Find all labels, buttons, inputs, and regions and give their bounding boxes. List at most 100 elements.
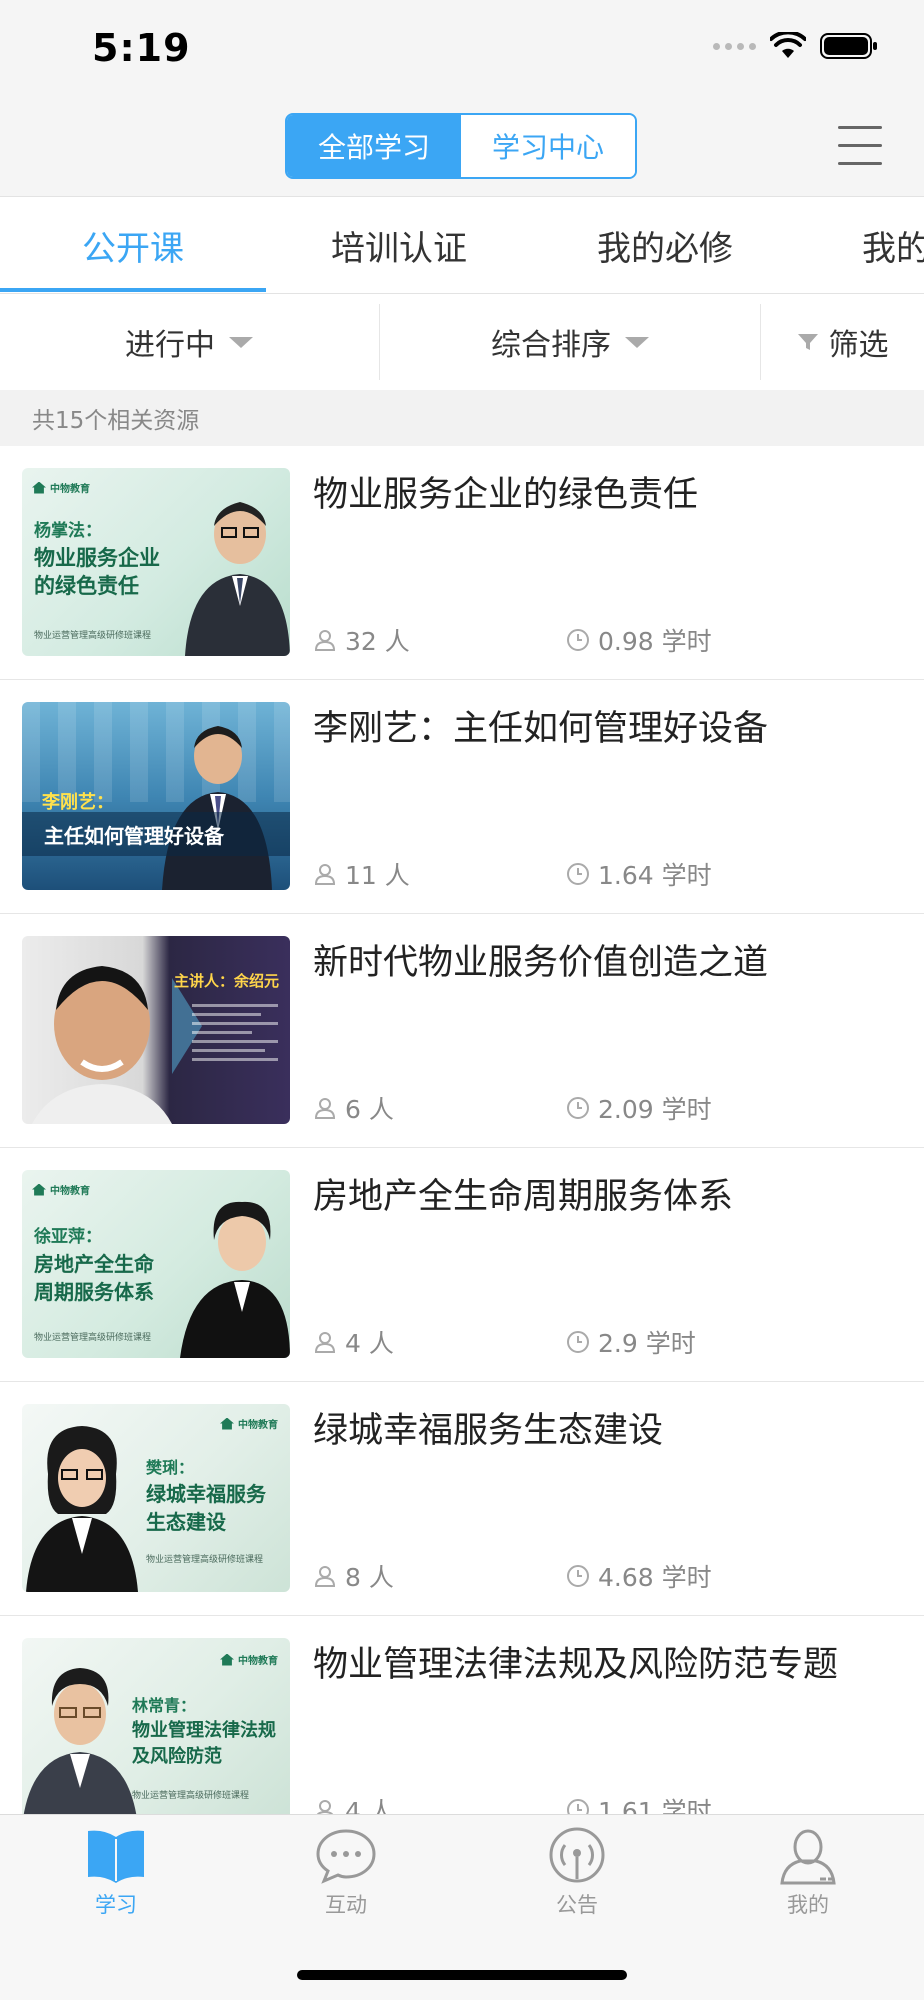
brand-logo: 中物教育	[32, 480, 90, 495]
cellular-signal-icon	[713, 42, 756, 50]
home-indicator	[297, 1970, 627, 1980]
clock-icon	[567, 863, 589, 885]
sort-label: 综合排序	[491, 328, 611, 363]
speaker-portrait	[32, 966, 172, 1124]
course-thumbnail: 中物教育 徐亚萍： 房地产全生命 周期服务体系 物业运营管理高级研修班课程	[22, 1170, 290, 1358]
segment-learning-center[interactable]: 学习中心	[461, 115, 635, 177]
status-filter-label: 进行中	[125, 328, 215, 363]
thumb-footer: 物业运营管理高级研修班课程	[34, 1333, 152, 1343]
tab-my-more[interactable]: 我的	[798, 197, 924, 293]
thumb-footer: 物业运营管理高级研修班课程	[132, 1791, 250, 1801]
category-tabs: 公开课 培训认证 我的必修 我的	[0, 197, 924, 294]
wifi-icon	[770, 32, 806, 58]
enrolled-count: 4 人	[313, 1324, 394, 1360]
enrolled-count: 8 人	[313, 1558, 394, 1594]
bio-lines	[192, 998, 278, 1067]
tab-public-courses[interactable]: 公开课	[0, 197, 266, 293]
broadcast-icon	[549, 1827, 605, 1883]
person-icon	[314, 1098, 336, 1119]
speaker-portrait	[180, 1201, 290, 1358]
course-item[interactable]: 主讲人：余绍元 新时代物业服务价值创造之道 6 人 2.09 学时	[0, 914, 924, 1148]
person-icon	[314, 1566, 336, 1587]
active-tab-indicator	[0, 288, 266, 292]
study-hours: 4.68 学时	[566, 1558, 712, 1594]
person-icon	[780, 1829, 836, 1885]
speaker-portrait	[26, 1426, 138, 1592]
course-item[interactable]: 中物教育 徐亚萍： 房地产全生命 周期服务体系 物业运营管理高级研修班课程 房地产…	[0, 1148, 924, 1382]
tabbar-item-interact[interactable]: 互动	[286, 1827, 406, 1919]
thumb-topic: 物业服务企业 的绿色责任	[34, 546, 160, 598]
thumb-topic: 房地产全生命 周期服务体系	[34, 1252, 154, 1304]
tab-my-required[interactable]: 我的必修	[532, 197, 798, 293]
clock-icon	[567, 629, 589, 651]
thumb-footer: 物业运营管理高级研修班课程	[34, 631, 152, 641]
tabbar-item-mine[interactable]: 我的	[748, 1827, 868, 1919]
enrolled-count: 32 人	[313, 622, 410, 658]
course-title: 房地产全生命周期服务体系	[313, 1177, 734, 1217]
study-hours: 1.64 学时	[566, 856, 712, 892]
course-thumbnail: 中物教育 杨掌法： 物业服务企业 的绿色责任 物业运营管理高级研修班课程	[22, 468, 290, 656]
status-indicators	[713, 32, 878, 60]
study-hours: 0.98 学时	[566, 622, 712, 658]
speaker-portrait	[162, 726, 272, 890]
course-item[interactable]: 中物教育 杨掌法： 物业服务企业的绿色责任 物业运营管理高级研修班课程 物业服	[0, 446, 924, 680]
sort-dropdown[interactable]: 综合排序	[380, 294, 760, 390]
app-screen: 5:19 全部学习 学习中心 公开课 培训认证 我的必修 我的 进行中 综合排序…	[0, 0, 924, 2000]
status-time: 5:19	[92, 26, 191, 70]
filter-bar: 进行中 综合排序 筛选	[0, 294, 924, 390]
person-icon	[314, 630, 336, 651]
status-bar: 5:19	[0, 0, 924, 100]
thumb-topic: 绿城幸福服务 生态建设	[146, 1482, 266, 1534]
course-title: 绿城幸福服务生态建设	[313, 1411, 664, 1451]
segmented-control: 全部学习 学习中心	[285, 113, 637, 179]
course-title: 新时代物业服务价值创造之道	[313, 943, 769, 983]
thumb-speaker: 徐亚萍：	[34, 1227, 102, 1247]
filter-label: 筛选	[828, 328, 889, 363]
enrolled-count: 11 人	[313, 856, 410, 892]
course-thumbnail: 中物教育 樊琍： 绿城幸福服务 生态建设 物业运营管理高级研修班课程	[22, 1404, 290, 1592]
thumb-speaker: 林常青：	[132, 1696, 197, 1715]
course-list: 中物教育 杨掌法： 物业服务企业的绿色责任 物业运营管理高级研修班课程 物业服	[0, 446, 924, 1850]
enrolled-count: 6 人	[313, 1090, 394, 1126]
brand-logo: 中物教育	[220, 1652, 278, 1667]
result-count: 共15个相关资源	[0, 390, 924, 446]
menu-icon[interactable]	[838, 126, 882, 166]
clock-icon	[567, 1097, 589, 1119]
battery-icon	[820, 33, 877, 59]
study-hours: 2.9 学时	[566, 1324, 696, 1360]
course-item[interactable]: 中物教育 樊琍： 绿城幸福服务 生态建设 物业运营管理高级研修班课程 绿城幸福服务…	[0, 1382, 924, 1616]
brand-logo: 中物教育	[220, 1416, 278, 1431]
person-icon	[314, 864, 336, 885]
segment-all-learning[interactable]: 全部学习	[287, 115, 461, 177]
course-item[interactable]: 李刚艺： 主任如何管理好设备 李刚艺：主任如何管理好设备 11 人 1.64 学…	[0, 680, 924, 914]
study-hours: 2.09 学时	[566, 1090, 712, 1126]
tabbar-item-study[interactable]: 学习	[56, 1827, 176, 1919]
nav-header: 全部学习 学习中心	[0, 100, 924, 197]
caret-down-icon	[229, 336, 253, 348]
clock-icon	[567, 1331, 589, 1353]
clock-icon	[567, 1565, 589, 1587]
tab-training-certification[interactable]: 培训认证	[266, 197, 532, 293]
funnel-icon	[797, 334, 818, 350]
course-thumbnail: 主讲人：余绍元	[22, 936, 290, 1124]
thumb-speaker: 杨掌法：	[34, 521, 102, 541]
speaker-portrait	[185, 502, 290, 656]
book-icon	[88, 1830, 144, 1883]
chat-bubble-icon	[316, 1829, 376, 1884]
thumb-speaker: 樊琍：	[146, 1458, 195, 1477]
tabbar-item-notice[interactable]: 公告	[517, 1827, 637, 1919]
thumb-topic: 主任如何管理好设备	[44, 824, 224, 848]
course-thumbnail: 李刚艺： 主任如何管理好设备	[22, 702, 290, 890]
thumb-speaker: 李刚艺：	[42, 792, 114, 813]
status-filter-dropdown[interactable]: 进行中	[0, 294, 378, 390]
course-thumbnail: 中物教育 林常青： 物业管理法律法规 及风险防范 物业运营管理高级研修班课程	[22, 1638, 290, 1826]
course-title: 李刚艺：主任如何管理好设备	[313, 709, 769, 749]
course-title: 物业服务企业的绿色责任	[313, 475, 699, 515]
thumb-speaker: 主讲人：余绍元	[174, 972, 280, 990]
caret-down-icon	[625, 336, 649, 348]
thumb-footer: 物业运营管理高级研修班课程	[146, 1555, 264, 1565]
thumb-topic: 物业管理法律法规 及风险防范	[132, 1720, 276, 1767]
filter-button[interactable]: 筛选	[761, 294, 924, 390]
person-icon	[314, 1332, 336, 1353]
brand-logo: 中物教育	[32, 1182, 90, 1197]
